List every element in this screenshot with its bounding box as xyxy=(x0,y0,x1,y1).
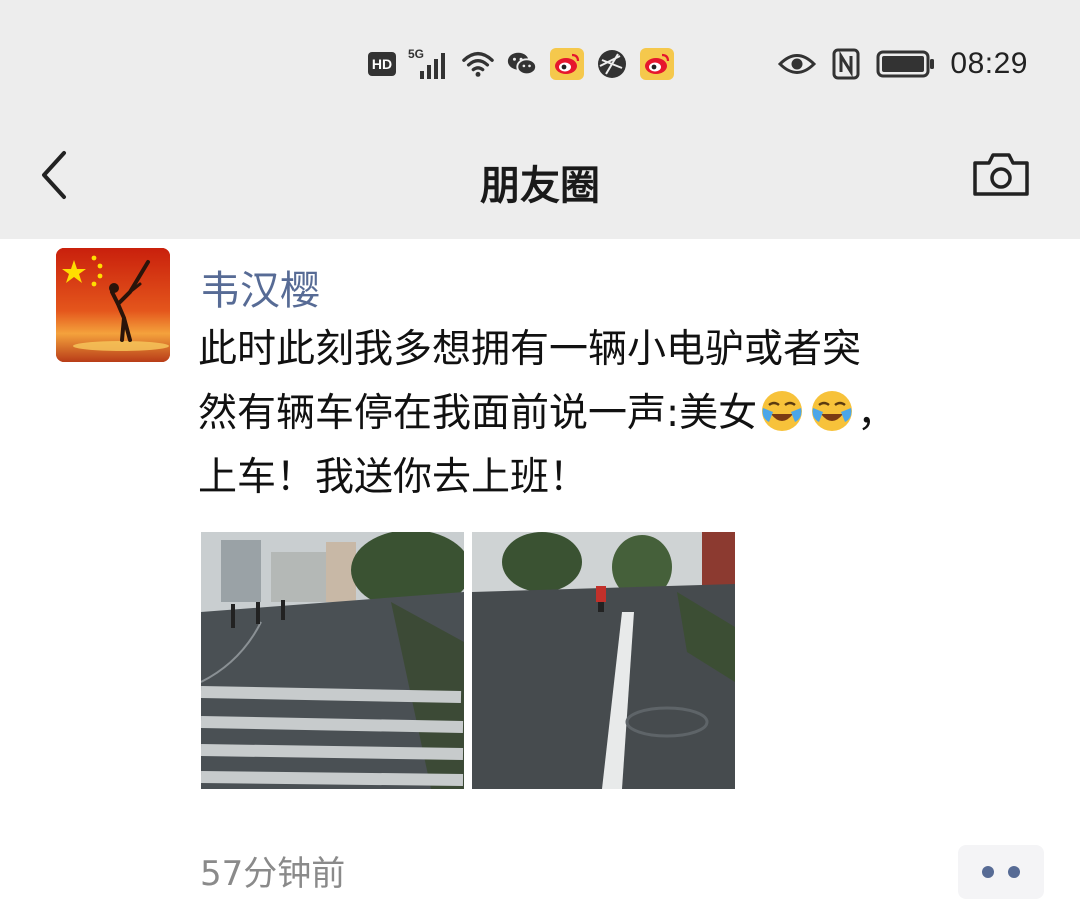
navigation-bar: 朋友圈 xyxy=(0,125,1080,239)
post-author-name[interactable]: 韦汉樱 xyxy=(200,258,320,316)
wifi-icon xyxy=(462,48,494,80)
wechat-icon xyxy=(506,48,538,80)
battery-icon xyxy=(876,48,936,80)
more-dots-icon xyxy=(1008,866,1020,878)
avatar[interactable] xyxy=(56,248,170,362)
post-text-segment: ， xyxy=(857,391,897,436)
status-bar: HD 5G 08:29 xyxy=(0,0,1080,125)
eye-icon xyxy=(778,48,817,80)
page-title: 朋友圈 xyxy=(480,163,600,209)
weibo-icon xyxy=(550,48,584,80)
more-dots-button[interactable] xyxy=(958,845,1044,899)
rainy-crosswalk-photo[interactable] xyxy=(201,532,464,789)
status-right-icons: 08:29 xyxy=(778,44,1028,84)
post-text-line: 此时此刻我多想拥有一辆小电驴或者突 xyxy=(198,327,862,372)
face-with-tears-emoji xyxy=(762,391,803,431)
post-text-line: 上车！我送你去上班！ xyxy=(198,455,589,500)
status-left-icons: HD 5G xyxy=(368,44,674,84)
post-text: 此时此刻我多想拥有一辆小电驴或者突 然有辆车停在我面前说一声:美女 ， 上车！我… xyxy=(198,318,1028,510)
rainy-road-scooter-photo[interactable] xyxy=(472,532,735,789)
hd-icon: HD xyxy=(368,52,396,76)
hd-label: HD xyxy=(371,56,393,72)
more-dots-icon xyxy=(982,866,994,878)
clock: 08:29 xyxy=(950,47,1028,80)
nfc-icon xyxy=(830,48,862,80)
camera-button[interactable] xyxy=(970,149,1032,199)
browser-icon xyxy=(596,48,628,80)
face-with-tears-emoji xyxy=(812,391,853,431)
signal-5g-icon: 5G xyxy=(408,47,450,81)
post-text-segment: 然有辆车停在我面前说一声:美女 xyxy=(198,391,758,436)
camera-icon xyxy=(973,153,1029,196)
weibo-icon xyxy=(640,48,674,80)
avatar-image xyxy=(56,248,170,362)
post-text-line: 然有辆车停在我面前说一声:美女 ， xyxy=(198,382,1028,446)
post-timestamp: 57分钟前 xyxy=(200,854,346,894)
